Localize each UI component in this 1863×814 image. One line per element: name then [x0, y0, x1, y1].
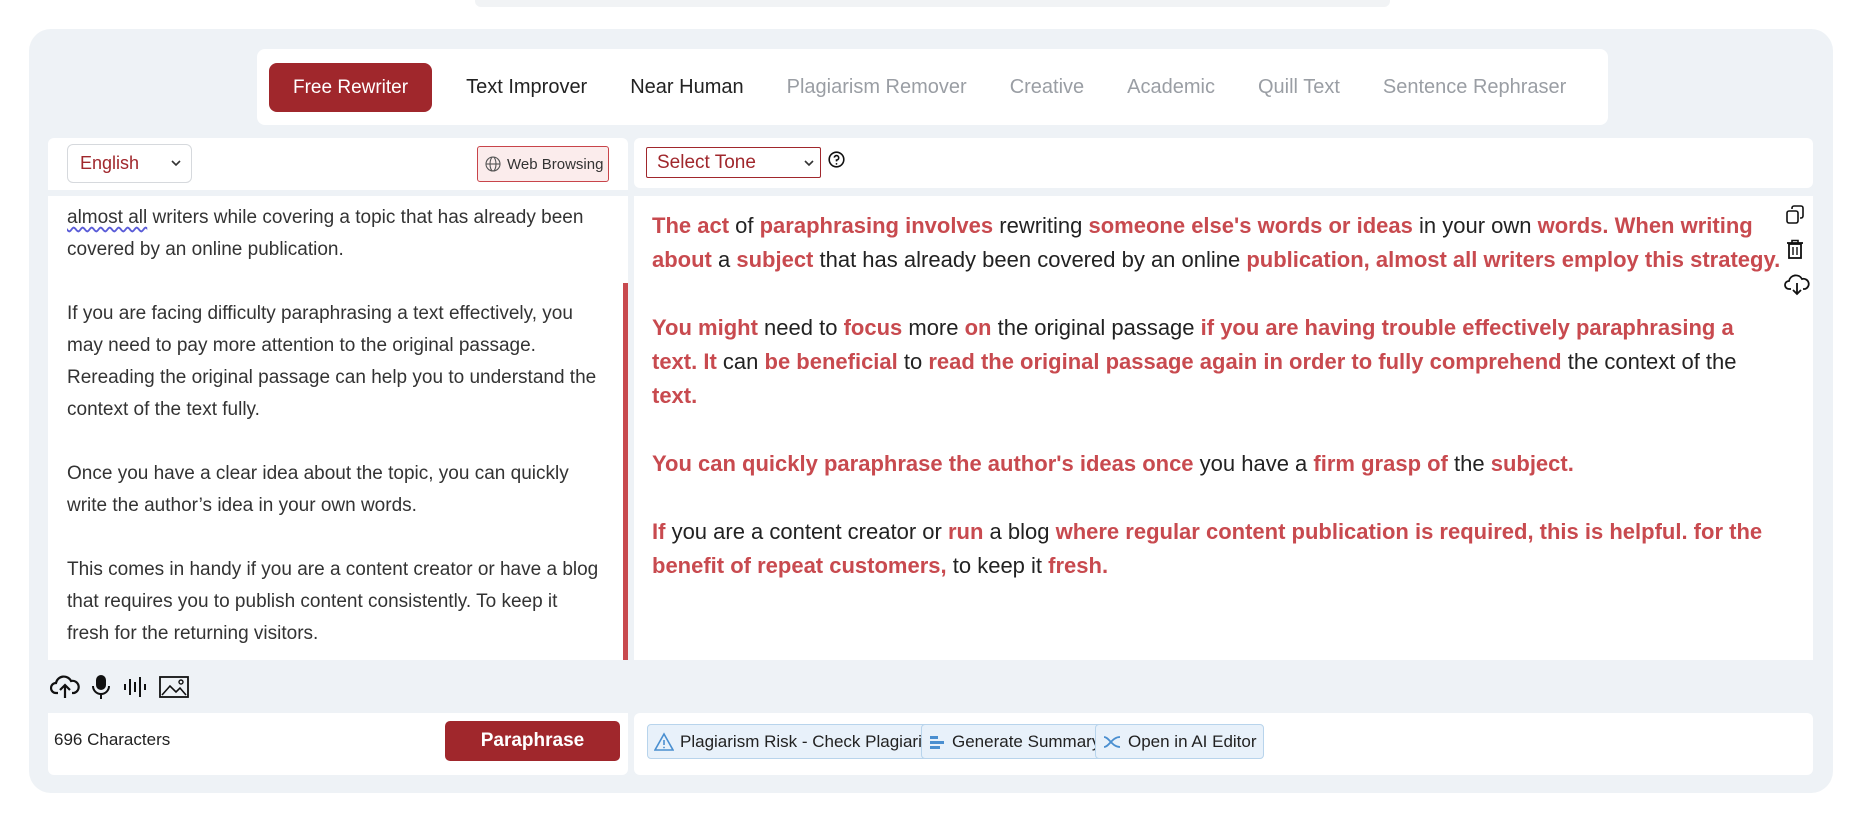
unchanged-text: can: [716, 349, 765, 374]
tab-free-rewriter[interactable]: Free Rewriter: [269, 62, 433, 112]
top-strip: [475, 0, 1390, 7]
unchanged-text: of: [729, 213, 760, 238]
output-paragraph: You can quickly paraphrase the author's …: [652, 447, 1783, 481]
unchanged-text: need to: [757, 315, 844, 340]
spelling-flag[interactable]: almost all: [67, 207, 147, 228]
unchanged-text: you have a: [1193, 451, 1314, 476]
paraphrase-button[interactable]: Paraphrase: [445, 721, 620, 761]
output-paragraph: The act of paraphrasing involves rewriti…: [652, 209, 1783, 277]
image-icon[interactable]: [158, 674, 190, 700]
changed-phrase[interactable]: be beneficial: [765, 349, 898, 374]
tone-select[interactable]: Select Tone: [646, 147, 821, 178]
tab-sentence-rephraser[interactable]: Sentence Rephraser: [1383, 76, 1566, 99]
plagiarism-check-button[interactable]: Plagiarism Risk - Check Plagiarism: [647, 724, 952, 759]
tab-near-human[interactable]: Near Human: [630, 76, 743, 99]
changed-phrase[interactable]: firm grasp of: [1313, 451, 1447, 476]
changed-phrase[interactable]: paraphrasing involves: [760, 213, 994, 238]
unchanged-text: more: [902, 315, 965, 340]
mode-tabs: Free Rewriter Text Improver Near Human P…: [257, 49, 1608, 125]
unchanged-text: that has already been covered by an onli…: [813, 247, 1247, 272]
output-text: The act of paraphrasing involves rewriti…: [634, 196, 1813, 660]
open-ai-editor-label: Open in AI Editor: [1128, 731, 1257, 751]
input-paragraph: Once you have a clear idea about the top…: [67, 463, 569, 516]
unchanged-text: a: [711, 247, 737, 272]
web-browsing-label: Web Browsing: [507, 155, 604, 173]
unchanged-text: you are a content creator or: [665, 519, 948, 544]
changed-phrase[interactable]: You might: [652, 315, 758, 340]
character-count: 696 Characters: [54, 730, 171, 749]
scrollbar[interactable]: [623, 283, 628, 660]
upload-cloud-icon[interactable]: [50, 673, 80, 701]
open-ai-editor-button[interactable]: Open in AI Editor: [1095, 724, 1264, 759]
chevron-down-icon: [171, 160, 181, 167]
changed-phrase[interactable]: focus: [844, 315, 903, 340]
tab-plagiarism-remover[interactable]: Plagiarism Remover: [787, 76, 967, 99]
unchanged-text: the: [1447, 451, 1491, 476]
unchanged-text: the context of the: [1561, 349, 1737, 374]
summary-icon: [930, 735, 944, 749]
trash-icon[interactable]: [1784, 238, 1810, 265]
changed-phrase[interactable]: publication, almost all writers employ t…: [1246, 247, 1780, 272]
unchanged-text: to keep it: [946, 553, 1049, 578]
changed-phrase[interactable]: fresh.: [1048, 553, 1108, 578]
changed-phrase[interactable]: If: [652, 519, 665, 544]
output-footer: Plagiarism Risk - Check Plagiarism Gener…: [634, 713, 1813, 775]
language-select[interactable]: English: [67, 144, 192, 183]
changed-phrase[interactable]: subject.: [1491, 451, 1574, 476]
unchanged-text: rewriting: [993, 213, 1089, 238]
unchanged-text: to: [897, 349, 929, 374]
changed-phrase[interactable]: You can quickly paraphrase the author's …: [652, 451, 1194, 476]
output-actions: [1784, 204, 1810, 301]
input-textarea[interactable]: almost all writers while covering a topi…: [48, 196, 628, 660]
input-paragraph: almost all writers while covering a topi…: [67, 202, 600, 266]
input-footer: 696 Characters Paraphrase: [48, 713, 628, 775]
generate-summary-button[interactable]: Generate Summary: [921, 724, 1108, 759]
output-header: Select Tone: [634, 138, 1813, 188]
changed-phrase[interactable]: text.: [652, 383, 697, 408]
input-paragraph: If you are facing difficulty paraphrasin…: [67, 303, 597, 420]
tab-quill-text[interactable]: Quill Text: [1258, 76, 1340, 99]
changed-phrase[interactable]: read the original passage again in order…: [928, 349, 1561, 374]
chevron-down-icon: [804, 160, 814, 167]
warning-icon: [654, 731, 674, 751]
output-paragraph: You might need to focus more on the orig…: [652, 311, 1783, 413]
language-value: English: [80, 153, 140, 173]
copy-icon[interactable]: [1784, 204, 1810, 231]
web-browsing-button[interactable]: Web Browsing: [477, 146, 609, 182]
tab-text-improver[interactable]: Text Improver: [466, 76, 587, 99]
input-header: English Web Browsing: [48, 138, 628, 190]
output-paragraph: If you are a content creator or run a bl…: [652, 515, 1783, 583]
globe-icon: [485, 156, 501, 172]
tab-creative[interactable]: Creative: [1010, 76, 1084, 99]
unchanged-text: in your own: [1412, 213, 1538, 238]
changed-phrase[interactable]: on: [965, 315, 992, 340]
tab-academic[interactable]: Academic: [1127, 76, 1215, 99]
generate-summary-label: Generate Summary: [952, 731, 1101, 751]
audio-wave-icon[interactable]: [122, 673, 148, 701]
changed-phrase[interactable]: someone else's words or ideas: [1089, 213, 1413, 238]
help-icon[interactable]: [828, 151, 845, 168]
unchanged-text: a blog: [983, 519, 1056, 544]
unchanged-text: the original passage: [991, 315, 1201, 340]
changed-phrase[interactable]: subject: [736, 247, 813, 272]
tone-placeholder: Select Tone: [657, 152, 756, 173]
plagiarism-check-label: Plagiarism Risk - Check Plagiarism: [680, 731, 945, 751]
changed-phrase[interactable]: The act: [652, 213, 729, 238]
download-icon[interactable]: [1784, 272, 1810, 301]
ai-editor-icon: [1103, 735, 1121, 748]
input-tools: [50, 670, 190, 704]
microphone-icon[interactable]: [90, 673, 112, 701]
changed-phrase[interactable]: run: [948, 519, 983, 544]
input-paragraph: This comes in handy if you are a content…: [67, 559, 599, 644]
